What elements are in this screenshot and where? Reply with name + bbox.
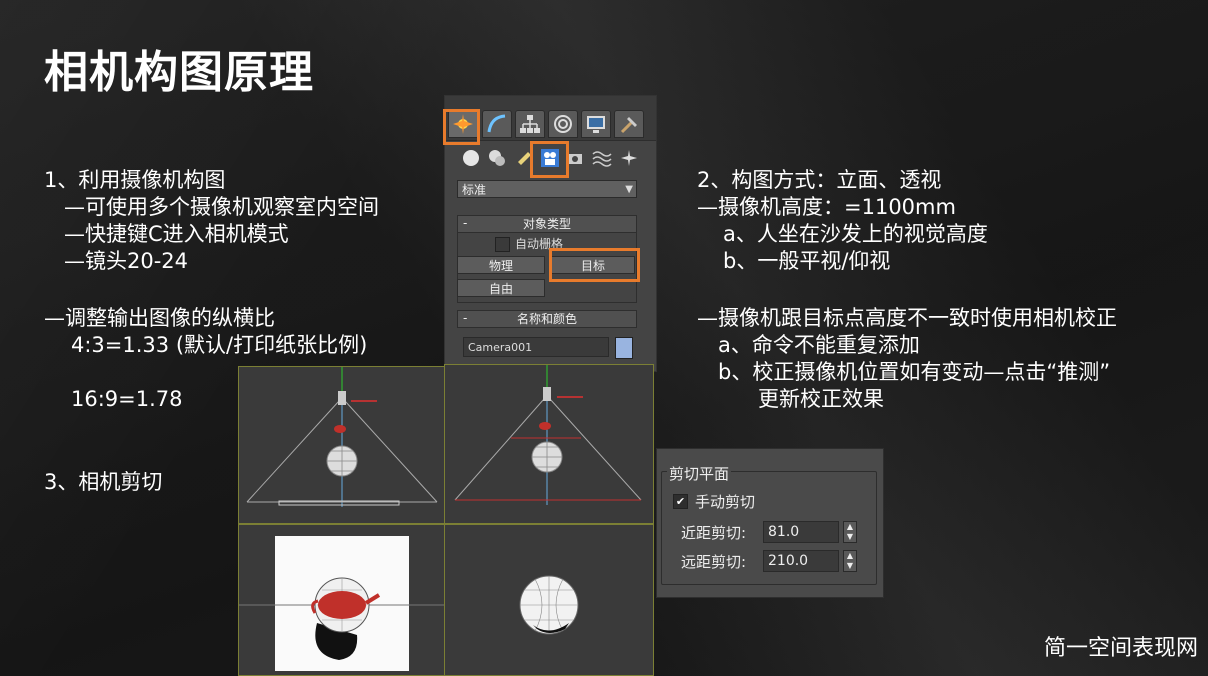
tab-utilities[interactable] [614, 110, 644, 138]
tab-modify[interactable] [482, 110, 512, 138]
right-text-block-2: —摄像机跟目标点高度不一致时使用相机校正 a、命令不能重复添加 b、校正摄像机位… [697, 305, 1117, 413]
object-name-field[interactable]: Camera001 [463, 337, 609, 357]
display-monitor-icon [587, 116, 605, 133]
free-camera-button[interactable]: 自由 [457, 279, 545, 297]
hierarchy-icon [520, 115, 540, 133]
name-color-rollout-header[interactable]: - 名称和颜色 [457, 310, 637, 328]
far-clip-spinner[interactable]: ▲ ▼ [843, 550, 857, 572]
right-line-4: b、一般平视/仰视 [723, 249, 891, 273]
left-line-7: 16:9=1.78 [71, 387, 183, 411]
left-line-3: —快捷键C进入相机模式 [64, 222, 289, 246]
right-line-8: 更新校正效果 [758, 387, 884, 411]
chevron-down-icon: ▼ [625, 184, 633, 195]
object-type-rollout-header[interactable]: - 对象类型 [457, 215, 637, 233]
category-dropdown-value: 标准 [462, 183, 487, 197]
viewport-left-drawing [454, 365, 642, 505]
systems-icon[interactable] [619, 148, 639, 168]
viewport-camera-render-drawing [239, 536, 444, 671]
left-line-6: 4:3=1.33 (默认/打印纸张比例) [71, 333, 368, 357]
clipping-planes-title: 剪切平面 [667, 463, 732, 484]
spinner-up-icon: ▲ [846, 551, 854, 560]
modify-curve-icon [487, 114, 506, 133]
spinner-down-icon: ▼ [846, 561, 854, 570]
right-line-6: a、命令不能重复添加 [718, 333, 920, 357]
viewport-front[interactable] [238, 366, 445, 524]
spinner-up-icon: ▲ [846, 522, 854, 531]
tab-display[interactable] [581, 110, 611, 138]
right-text-block: 2、构图方式：立面、透视 —摄像机高度：=1100mm a、人坐在沙发上的视觉高… [697, 167, 988, 275]
viewport-left[interactable] [444, 364, 654, 524]
viewport-perspective[interactable] [444, 524, 654, 676]
left-text-block: 1、利用摄像机构图 —可使用多个摄像机观察室内空间 —快捷键C进入相机模式 —镜… [44, 167, 379, 275]
left-line-8: 3、相机剪切 [44, 470, 163, 494]
hammer-icon [620, 117, 637, 134]
category-dropdown[interactable]: 标准 ▼ [457, 180, 637, 198]
geometry-sphere-icon[interactable] [461, 148, 481, 168]
viewport-perspective-drawing [519, 575, 579, 635]
create-tab-highlight [443, 109, 480, 145]
near-clip-label: 近距剪切: [681, 524, 747, 542]
watermark: 简一空间表现网 [1043, 636, 1198, 661]
viewport-camera-render[interactable] [238, 524, 445, 676]
left-text-block-2: —调整输出图像的纵横比 4:3=1.33 (默认/打印纸张比例) [44, 305, 367, 359]
left-line-1: 1、利用摄像机构图 [44, 168, 226, 192]
right-line-1: 2、构图方式：立面、透视 [697, 168, 942, 192]
name-color-title: 名称和颜色 [516, 312, 577, 326]
motion-icon [554, 115, 572, 133]
tab-motion[interactable] [548, 110, 578, 138]
object-color-swatch[interactable] [615, 337, 633, 359]
manual-clip-label: 手动剪切 [695, 493, 756, 511]
tab-hierarchy[interactable] [515, 110, 545, 138]
collapse-icon: - [463, 311, 468, 325]
viewport-front-drawing [246, 367, 438, 507]
shapes-icon[interactable] [487, 148, 507, 168]
right-line-5: —摄像机跟目标点高度不一致时使用相机校正 [697, 306, 1117, 330]
right-line-2: —摄像机高度：=1100mm [697, 195, 956, 219]
physical-camera-button[interactable]: 物理 [457, 256, 545, 274]
far-clip-label: 远距剪切: [681, 553, 747, 571]
cameras-icon-highlight [530, 141, 569, 178]
object-type-title: 对象类型 [522, 217, 571, 231]
left-line-4: —镜头20-24 [64, 249, 189, 273]
left-line-5: —调整输出图像的纵横比 [44, 306, 275, 330]
clipping-planes-panel: 剪切平面 ✔ 手动剪切 近距剪切: 81.0 ▲ ▼ 远距剪切: 210.0 ▲ ▼ [656, 448, 884, 598]
spacewarps-icon[interactable] [592, 148, 612, 168]
autogrid-checkbox[interactable] [495, 237, 510, 252]
page-title: 相机构图原理 [44, 47, 314, 98]
near-clip-spinner[interactable]: ▲ ▼ [843, 521, 857, 543]
left-line-2: —可使用多个摄像机观察室内空间 [64, 195, 379, 219]
near-clip-input[interactable]: 81.0 [763, 521, 839, 543]
spinner-down-icon: ▼ [846, 532, 854, 541]
manual-clip-checkbox[interactable]: ✔ [673, 494, 688, 509]
target-button-highlight [549, 248, 640, 282]
collapse-icon: - [463, 216, 468, 230]
right-line-3: a、人坐在沙发上的视觉高度 [723, 222, 988, 246]
far-clip-input[interactable]: 210.0 [763, 550, 839, 572]
right-line-7: b、校正摄像机位置如有变动—点击“推测” [718, 360, 1111, 384]
